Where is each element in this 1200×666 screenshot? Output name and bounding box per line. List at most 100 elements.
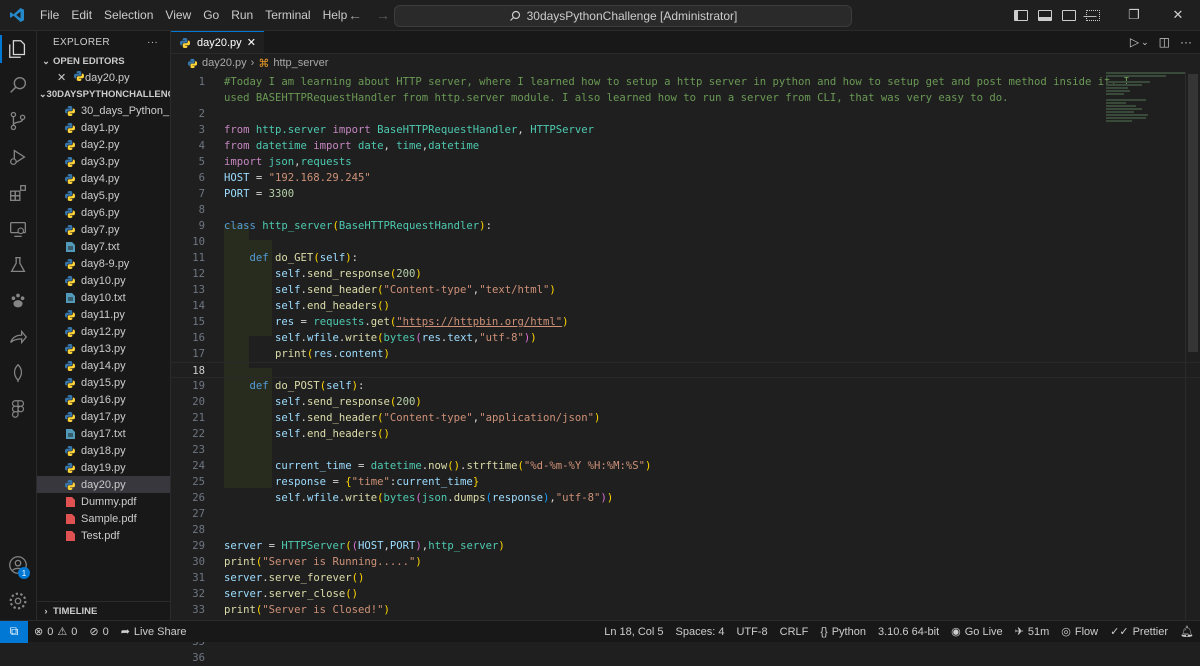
code-line[interactable]: 16 self.wfile.write(bytes(res.text,"utf-… — [171, 330, 1200, 346]
remote-explorer-icon[interactable] — [0, 211, 36, 247]
flow-button[interactable]: ◎ Flow — [1055, 625, 1104, 639]
file-item[interactable]: day2.py — [37, 136, 170, 153]
code-line[interactable]: 5 import json,requests — [171, 154, 1200, 170]
code-line[interactable]: 3 from http.server import BaseHTTPRequest… — [171, 122, 1200, 138]
close-editor-icon[interactable]: ✕ — [57, 71, 73, 84]
prettier-button[interactable]: ✓✓ Prettier — [1104, 625, 1174, 639]
figma-icon[interactable] — [0, 391, 36, 427]
scrollbar-thumb[interactable] — [1188, 74, 1198, 352]
toggle-sidebar-icon[interactable] — [1014, 9, 1028, 21]
chevron-down-icon[interactable]: ⌄ — [1141, 37, 1149, 48]
code-line[interactable]: 28 — [171, 522, 1200, 538]
code-line[interactable]: 13 self.send_header("Content-type","text… — [171, 282, 1200, 298]
code-line[interactable]: 15 res = requests.get("https://httpbin.o… — [171, 314, 1200, 330]
menu-item-edit[interactable]: Edit — [65, 0, 98, 30]
code-line[interactable]: 22 self.end_headers() — [171, 426, 1200, 442]
minimap[interactable] — [1106, 72, 1186, 132]
tab-day20[interactable]: day20.py ✕ — [171, 31, 264, 53]
file-item[interactable]: day17.py — [37, 408, 170, 425]
code-line[interactable]: 10 — [171, 234, 1200, 250]
menu-item-run[interactable]: Run — [225, 0, 259, 30]
file-item[interactable]: day18.py — [37, 442, 170, 459]
code-line[interactable]: 20 self.send_response(200) — [171, 394, 1200, 410]
code-line[interactable]: 32 server.server_close() — [171, 586, 1200, 602]
code-line[interactable]: 26 self.wfile.write(bytes(json.dumps(res… — [171, 490, 1200, 506]
code-line[interactable]: 4 from datetime import date, time,datetim… — [171, 138, 1200, 154]
code-line[interactable]: 8 — [171, 202, 1200, 218]
cursor-position[interactable]: Ln 18, Col 5 — [598, 626, 669, 638]
minimize-icon[interactable]: — — [1068, 0, 1112, 30]
breadcrumb-symbol[interactable]: http_server — [273, 57, 328, 69]
project-folder-section[interactable]: ⌄ 30DAYSPYTHONCHALLENGE — [37, 86, 170, 102]
settings-gear-icon[interactable] — [0, 583, 36, 619]
code-line[interactable]: 2 — [171, 106, 1200, 122]
file-item[interactable]: day17.txt — [37, 425, 170, 442]
code-line[interactable]: 27 — [171, 506, 1200, 522]
code-line[interactable]: 36 — [171, 650, 1200, 666]
code-line[interactable]: 6 HOST = "192.168.29.245" — [171, 170, 1200, 186]
code-line[interactable]: 14 self.end_headers() — [171, 298, 1200, 314]
code-editor[interactable]: 1 #Today I am learning about HTTP server,… — [171, 72, 1200, 664]
file-item[interactable]: day4.py — [37, 170, 170, 187]
code-line[interactable]: 24 current_time = datetime.now().strftim… — [171, 458, 1200, 474]
vertical-scrollbar[interactable] — [1185, 72, 1200, 620]
file-item[interactable]: day20.py — [37, 476, 170, 493]
split-editor-icon[interactable]: ◫ — [1159, 35, 1170, 49]
code-line[interactable]: 31 server.serve_forever() — [171, 570, 1200, 586]
testing-flask-icon[interactable] — [0, 247, 36, 283]
code-line[interactable]: 30 print("Server is Running.....") — [171, 554, 1200, 570]
file-item[interactable]: day15.py — [37, 374, 170, 391]
code-line[interactable]: 12 self.send_response(200) — [171, 266, 1200, 282]
go-live-button[interactable]: ◉ Go Live — [945, 625, 1009, 639]
file-item[interactable]: day16.py — [37, 391, 170, 408]
extensions-icon[interactable] — [0, 175, 36, 211]
file-item[interactable]: day11.py — [37, 306, 170, 323]
file-item[interactable]: day14.py — [37, 357, 170, 374]
menu-item-file[interactable]: File — [34, 0, 65, 30]
paw-icon[interactable] — [0, 283, 36, 319]
code-line[interactable]: 11 def do_GET(self): — [171, 250, 1200, 266]
encoding[interactable]: UTF-8 — [730, 626, 773, 638]
menu-item-terminal[interactable]: Terminal — [259, 0, 316, 30]
menu-item-go[interactable]: Go — [197, 0, 225, 30]
menu-item-selection[interactable]: Selection — [98, 0, 159, 30]
problems-indicator[interactable]: ⊗ 0 ⚠ 0 — [28, 625, 83, 639]
file-item[interactable]: day6.py — [37, 204, 170, 221]
file-item[interactable]: day3.py — [37, 153, 170, 170]
file-item[interactable]: day13.py — [37, 340, 170, 357]
code-line[interactable]: 29 server = HTTPServer((HOST,PORT),http_s… — [171, 538, 1200, 554]
code-line[interactable]: 33 print("Server is Closed!") — [171, 602, 1200, 618]
remote-indicator-icon[interactable]: ⧉ — [0, 620, 28, 643]
file-item[interactable]: Dummy.pdf — [37, 493, 170, 510]
notifications-icon[interactable]: 🔔︎ — [1174, 625, 1200, 638]
forward-arrow-icon[interactable]: → — [376, 7, 390, 23]
accounts-icon[interactable]: 1 — [0, 547, 36, 583]
code-line[interactable]: 19 def do_POST(self): — [171, 378, 1200, 394]
code-line[interactable]: 23 — [171, 442, 1200, 458]
file-item[interactable]: day1.py — [37, 119, 170, 136]
open-editor-item[interactable]: ✕ day20.py — [37, 69, 170, 86]
file-item[interactable]: day5.py — [37, 187, 170, 204]
file-item[interactable]: Test.pdf — [37, 527, 170, 544]
close-window-icon[interactable]: ✕ — [1156, 0, 1200, 30]
back-arrow-icon[interactable]: ← — [348, 7, 362, 23]
live-share-icon[interactable] — [0, 319, 36, 355]
python-interpreter[interactable]: 3.10.6 64-bit — [872, 626, 945, 638]
open-editors-section[interactable]: ⌄ OPEN EDITORS — [37, 53, 170, 69]
file-item[interactable]: 30_days_Python_... — [37, 102, 170, 119]
file-item[interactable]: day19.py — [37, 459, 170, 476]
close-tab-icon[interactable]: ✕ — [247, 36, 256, 49]
indentation[interactable]: Spaces: 4 — [670, 626, 731, 638]
code-line[interactable]: 9 class http_server(BaseHTTPRequestHandle… — [171, 218, 1200, 234]
breadcrumb-file[interactable]: day20.py — [202, 57, 247, 69]
file-item[interactable]: day12.py — [37, 323, 170, 340]
ports-indicator[interactable]: ⊘ 0 — [83, 625, 114, 639]
file-item[interactable]: day7.py — [37, 221, 170, 238]
time-tracker[interactable]: ✈ 51m — [1009, 625, 1056, 639]
run-icon[interactable]: ▷ — [1130, 35, 1139, 49]
code-line[interactable]: 7 PORT = 3300 — [171, 186, 1200, 202]
live-share-button[interactable]: ➦ Live Share — [115, 625, 193, 639]
end-of-line[interactable]: CRLF — [774, 626, 815, 638]
toggle-panel-icon[interactable] — [1038, 9, 1052, 21]
leaf-icon[interactable] — [0, 355, 36, 391]
